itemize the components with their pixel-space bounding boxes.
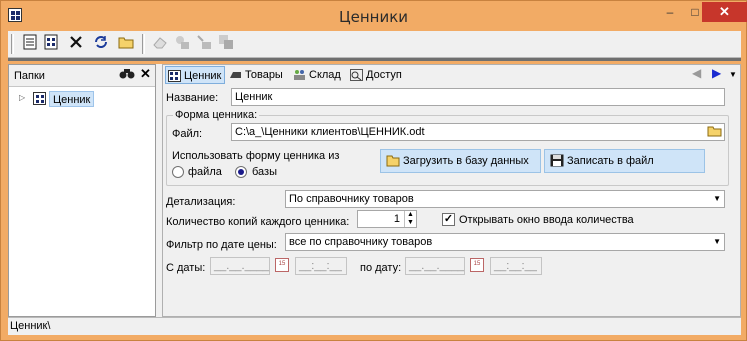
- card-icon: [168, 70, 181, 82]
- save-button-label: Записать в файл: [567, 155, 654, 167]
- dropdown-arrow-icon[interactable]: ▼: [729, 70, 737, 79]
- radio-base[interactable]: [235, 166, 247, 178]
- copies-label: Количество копий каждого ценника:: [166, 216, 350, 228]
- tab-warehouse[interactable]: Склад: [291, 66, 341, 84]
- load-to-db-button[interactable]: Загрузить в базу данных: [380, 149, 541, 173]
- delete-icon[interactable]: [66, 34, 86, 54]
- eraser-icon[interactable]: [150, 34, 170, 54]
- detail-label: Детализация:: [166, 196, 236, 208]
- tab-bar: Ценник Товары Склад Доступ ◀ ▶ ▼: [163, 65, 740, 85]
- stamp-icon[interactable]: [172, 34, 192, 54]
- close-button[interactable]: ✕: [702, 2, 747, 22]
- to-date-label: по дату:: [360, 262, 402, 274]
- tab-label: Склад: [309, 69, 341, 81]
- copy-icon[interactable]: [216, 34, 236, 54]
- name-input[interactable]: Ценник: [231, 88, 725, 106]
- toolbar-separator: [142, 34, 145, 54]
- folders-panel: Папки ✕ ▷ Ценник: [8, 64, 156, 317]
- open-qty-label: Открывать окно ввода количества: [459, 214, 634, 226]
- tools-icon[interactable]: [194, 34, 214, 54]
- spin-up-icon[interactable]: ▲: [404, 211, 416, 219]
- detail-value: По справочнику товаров: [289, 193, 414, 205]
- tab-label: Ценник: [184, 70, 222, 82]
- detail-select[interactable]: По справочнику товаров ▼: [285, 190, 725, 208]
- radio-file[interactable]: [172, 166, 184, 178]
- binoculars-icon[interactable]: [119, 67, 135, 82]
- toolbar-divider: [8, 58, 741, 61]
- group-title: Форма ценника:: [173, 109, 260, 121]
- load-button-label: Загрузить в базу данных: [403, 155, 529, 167]
- from-date-input[interactable]: __.__.____: [210, 257, 270, 275]
- people-icon: [294, 70, 305, 80]
- card-icon[interactable]: [41, 34, 61, 54]
- tab-access[interactable]: Доступ: [348, 66, 402, 84]
- radio-file-label: файла: [188, 166, 222, 178]
- window-title: Ценники: [338, 8, 409, 26]
- filter-value: все по справочнику товаров: [289, 236, 433, 248]
- file-path-value: C:\a_\Ценники клиентов\ЦЕННИК.odt: [235, 126, 425, 138]
- filter-label: Фильтр по дате цены:: [166, 239, 277, 251]
- minimize-button[interactable]: –: [656, 2, 684, 22]
- main-window: Ценники – □ ✕ Папки ✕ ▷ Ценник Ценник То…: [0, 0, 747, 341]
- radio-base-label: базы: [252, 166, 277, 178]
- iron-icon: [230, 72, 241, 78]
- toolbar: [8, 31, 741, 58]
- prev-arrow-icon[interactable]: ◀: [692, 66, 701, 80]
- status-text: Ценник\: [10, 320, 51, 332]
- floppy-icon: [550, 154, 564, 167]
- spin-down-icon[interactable]: ▼: [404, 219, 416, 227]
- expand-arrow-icon[interactable]: ▷: [19, 93, 25, 102]
- folders-panel-header: Папки ✕: [9, 65, 155, 87]
- folder-icon[interactable]: [707, 125, 722, 140]
- next-arrow-icon[interactable]: ▶: [712, 66, 721, 80]
- folder-icon: [386, 155, 400, 167]
- toolbar-grip[interactable]: [11, 34, 14, 54]
- copies-value: 1: [393, 213, 400, 225]
- chevron-down-icon[interactable]: ▼: [713, 191, 721, 207]
- access-icon: [350, 69, 363, 81]
- calendar-icon[interactable]: 15: [275, 258, 289, 272]
- pricetag-form-group: Форма ценника: Файл: C:\a_\Ценники клиен…: [166, 109, 729, 186]
- refresh-icon[interactable]: [91, 34, 111, 54]
- file-path-input[interactable]: C:\a_\Ценники клиентов\ЦЕННИК.odt: [231, 123, 725, 141]
- open-qty-checkbox[interactable]: ✓: [442, 213, 455, 226]
- calendar-icon[interactable]: 15: [470, 258, 484, 272]
- folder-icon[interactable]: [116, 34, 136, 54]
- close-icon[interactable]: ✕: [140, 66, 151, 82]
- file-label: Файл:: [172, 128, 203, 140]
- copies-stepper[interactable]: 1 ▲ ▼: [357, 210, 417, 228]
- to-date-input[interactable]: __.__.____: [405, 257, 465, 275]
- from-date-label: С даты:: [166, 262, 206, 274]
- tab-goods[interactable]: Товары: [227, 66, 283, 84]
- tab-label: Доступ: [366, 69, 402, 81]
- card-icon: [33, 92, 46, 105]
- tab-pricetag[interactable]: Ценник: [165, 66, 226, 84]
- title-bar: Ценники – □ ✕: [1, 1, 747, 31]
- from-time-input[interactable]: __:__:__: [295, 257, 347, 275]
- use-form-label: Использовать форму ценника из: [172, 150, 340, 162]
- save-to-file-button[interactable]: Записать в файл: [544, 149, 705, 173]
- filter-select[interactable]: все по справочнику товаров ▼: [285, 233, 725, 251]
- tab-label: Товары: [245, 69, 283, 81]
- to-time-input[interactable]: __:__:__: [490, 257, 542, 275]
- name-label: Название:: [166, 92, 219, 104]
- tree-item-label[interactable]: Ценник: [49, 91, 95, 107]
- doc-icon[interactable]: [20, 34, 40, 54]
- details-panel: Ценник Товары Склад Доступ ◀ ▶ ▼ Названи…: [162, 64, 741, 317]
- status-bar: Ценник\: [8, 317, 741, 335]
- tab-folders[interactable]: Папки: [11, 68, 48, 84]
- chevron-down-icon[interactable]: ▼: [713, 234, 721, 250]
